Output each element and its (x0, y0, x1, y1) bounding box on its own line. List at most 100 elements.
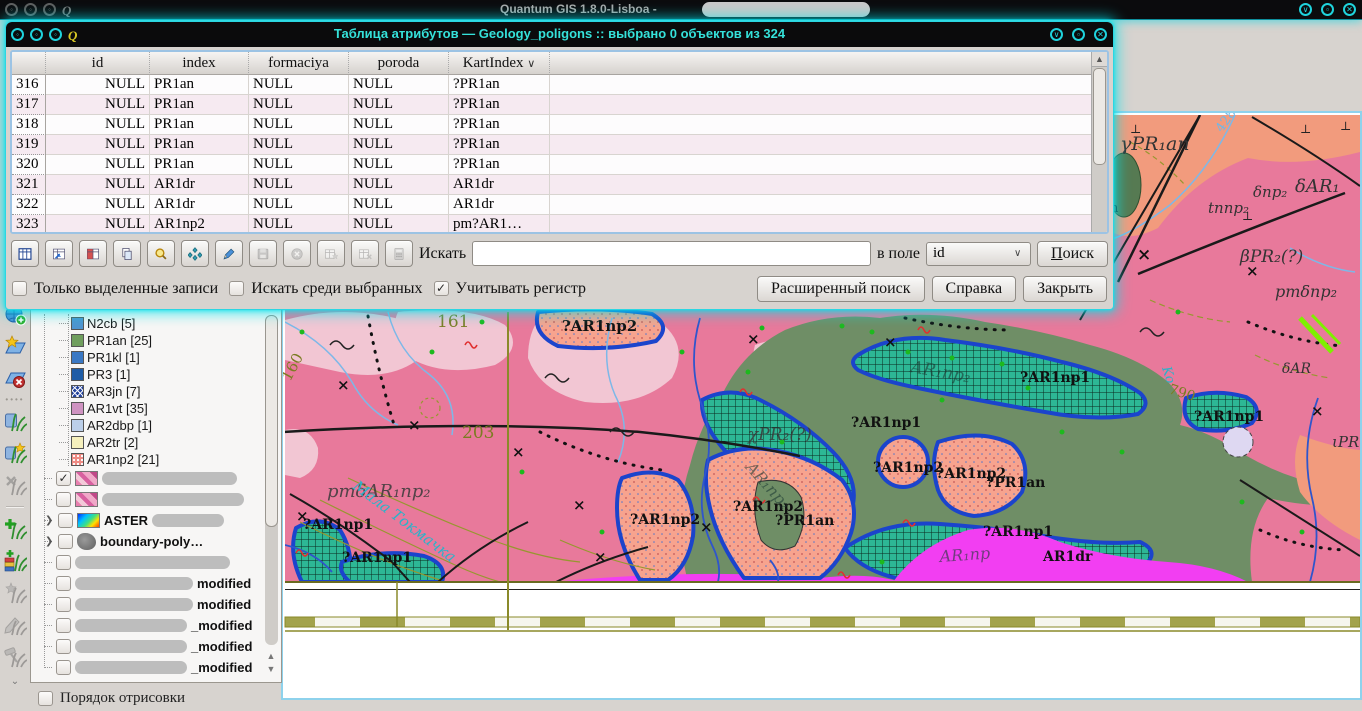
scroll-down-icon[interactable]: ▼ (265, 663, 277, 676)
row-header[interactable]: 322 (12, 195, 46, 215)
legend-item[interactable]: AR2tr [2] (31, 434, 281, 451)
cell[interactable]: NULL (349, 195, 449, 215)
close-button[interactable]: ✕ (1343, 3, 1356, 16)
column-header-index[interactable]: index (150, 52, 249, 75)
layer-item[interactable]: modified (31, 594, 281, 615)
cell[interactable]: NULL (46, 155, 150, 175)
legend-item[interactable]: PR1kl [1] (31, 349, 281, 366)
cell[interactable]: ?PR1an (449, 75, 550, 95)
legend-item[interactable]: AR2dbp [1] (31, 417, 281, 434)
cell[interactable]: PR1an (150, 135, 249, 155)
cell[interactable]: NULL (249, 115, 349, 135)
legend-item[interactable]: AR3jn [7] (31, 383, 281, 400)
copy-selected-rows-button[interactable] (113, 240, 141, 267)
grass-add-vector-layer-button[interactable] (2, 516, 28, 542)
invert-selection-button[interactable] (79, 240, 107, 267)
delete-column-button[interactable] (351, 240, 379, 267)
layer-visibility-checkbox[interactable] (56, 618, 71, 633)
minimize-button[interactable]: ∨ (1299, 3, 1312, 16)
layer-item[interactable] (31, 489, 281, 510)
layer-item[interactable] (31, 552, 281, 573)
draw-order-checkbox[interactable] (38, 691, 53, 706)
cell[interactable]: AR1dr (449, 175, 550, 195)
cell[interactable]: NULL (249, 215, 349, 234)
cell[interactable]: NULL (349, 175, 449, 195)
legend-item[interactable]: N2cb [5] (31, 315, 281, 332)
dialog-maximize-button[interactable]: ▫ (1072, 28, 1085, 41)
cell[interactable]: NULL (249, 135, 349, 155)
layer-item[interactable]: ❯boundary-poly… (31, 531, 281, 552)
dialog-close-button[interactable]: ✕ (1094, 28, 1107, 41)
layer-item[interactable]: ❯ASTER (31, 510, 281, 531)
cell[interactable]: NULL (46, 115, 150, 135)
dialog-minimize-button[interactable]: ∨ (1050, 28, 1063, 41)
layer-item[interactable]: modified (31, 573, 281, 594)
layer-visibility-checkbox[interactable] (58, 513, 73, 528)
search-button[interactable]: Поиск (1037, 241, 1108, 267)
attribute-table[interactable]: id index formaciya poroda KartIndex ∨ 31… (10, 50, 1109, 234)
column-header-id[interactable]: id (46, 52, 150, 75)
layer-visibility-checkbox[interactable] (56, 660, 71, 675)
cell[interactable]: NULL (349, 155, 449, 175)
row-header[interactable]: 319 (12, 135, 46, 155)
new-column-button[interactable] (317, 240, 345, 267)
legend-item[interactable]: PR3 [1] (31, 366, 281, 383)
cell[interactable]: NULL (349, 115, 449, 135)
scrollbar-thumb[interactable] (1093, 68, 1106, 165)
grass-new-mapset-button[interactable] (2, 440, 28, 466)
scrollbar-thumb[interactable] (265, 315, 278, 527)
cell[interactable]: pm?AR1… (449, 215, 550, 234)
cell[interactable]: NULL (46, 135, 150, 155)
zoom-to-selected-button[interactable] (147, 240, 175, 267)
remove-layer-button[interactable] (2, 365, 28, 391)
grass-open-mapset-button[interactable] (2, 408, 28, 434)
layer-visibility-checkbox[interactable] (56, 597, 71, 612)
search-in-selection-checkbox[interactable] (229, 281, 244, 296)
toggle-editing-button[interactable] (215, 240, 243, 267)
table-scrollbar[interactable]: ▲ (1091, 52, 1107, 232)
advanced-search-button[interactable]: Расширенный поиск (757, 276, 925, 302)
cell[interactable]: PR1an (150, 95, 249, 115)
layer-visibility-checkbox[interactable] (56, 471, 71, 486)
new-shapefile-layer-button[interactable] (2, 333, 28, 359)
save-edits-button[interactable] (249, 240, 277, 267)
cell[interactable]: AR1dr (150, 175, 249, 195)
cell[interactable]: NULL (249, 95, 349, 115)
close-dialog-button[interactable]: Закрыть (1023, 276, 1107, 302)
delete-selected-button[interactable] (283, 240, 311, 267)
layer-item[interactable]: _modified (31, 657, 281, 678)
row-header[interactable]: 323 (12, 215, 46, 234)
cell[interactable]: NULL (349, 135, 449, 155)
grass-close-mapset-button[interactable] (2, 472, 28, 498)
window-menu-icon[interactable]: ◦ (24, 3, 37, 16)
field-combo[interactable]: id ∨ (926, 242, 1031, 266)
row-header[interactable]: 318 (12, 115, 46, 135)
legend-item[interactable]: AR1np2 [21] (31, 451, 281, 468)
cell[interactable]: NULL (46, 215, 150, 234)
column-header-formaciya[interactable]: formaciya (249, 52, 349, 75)
cell[interactable]: ?PR1an (449, 135, 550, 155)
unselect-all-button[interactable] (11, 240, 39, 267)
pan-to-selected-button[interactable] (181, 240, 209, 267)
move-selected-to-top-button[interactable] (45, 240, 73, 267)
layer-visibility-checkbox[interactable] (56, 555, 71, 570)
window-menu-icon[interactable]: ◦ (5, 3, 18, 16)
row-header[interactable]: 321 (12, 175, 46, 195)
grass-edit-vector-button[interactable] (2, 612, 28, 638)
cell[interactable]: NULL (349, 75, 449, 95)
grass-open-tools-button[interactable] (2, 644, 28, 670)
layer-visibility-checkbox[interactable] (56, 639, 71, 654)
toolbar-overflow-chevron-icon[interactable]: ⌄ (11, 676, 19, 687)
toolbar-handle[interactable]: •••• (5, 395, 24, 404)
cell[interactable]: PR1an (150, 155, 249, 175)
cell[interactable]: NULL (46, 95, 150, 115)
scroll-up-icon[interactable]: ▲ (265, 650, 277, 663)
help-button[interactable]: Справка (932, 276, 1017, 302)
expand-arrow-icon[interactable]: ❯ (45, 515, 54, 526)
layer-item[interactable] (31, 468, 281, 489)
cell[interactable]: AR1dr (449, 195, 550, 215)
cell[interactable]: NULL (249, 75, 349, 95)
cell[interactable]: NULL (46, 175, 150, 195)
cell[interactable]: ?PR1an (449, 155, 550, 175)
cell[interactable]: ?PR1an (449, 115, 550, 135)
